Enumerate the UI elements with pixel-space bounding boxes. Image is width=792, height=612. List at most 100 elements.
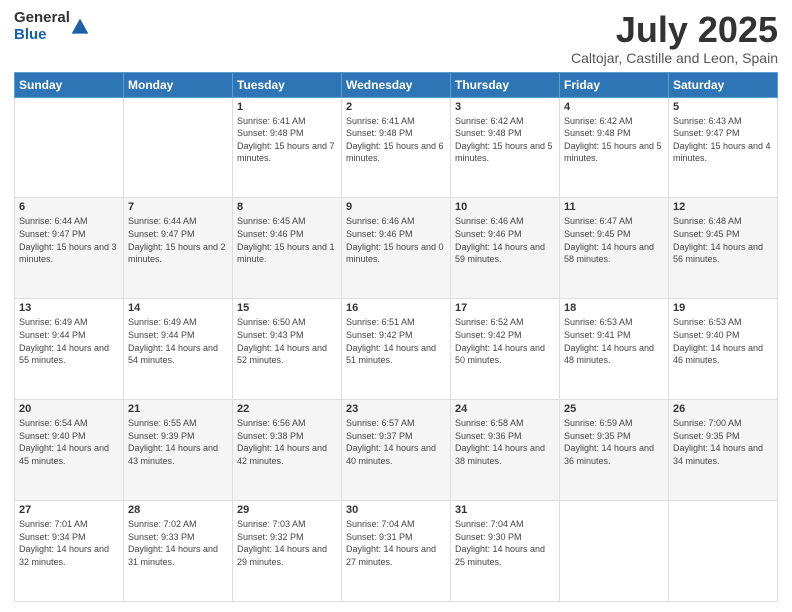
day-number: 14: [128, 302, 228, 314]
cell-info: Sunrise: 6:50 AMSunset: 9:43 PMDaylight:…: [237, 316, 337, 366]
day-number: 25: [564, 403, 664, 415]
cell-info: Sunrise: 6:43 AMSunset: 9:47 PMDaylight:…: [673, 115, 773, 165]
day-number: 15: [237, 302, 337, 314]
day-number: 16: [346, 302, 446, 314]
table-cell: 21Sunrise: 6:55 AMSunset: 9:39 PMDayligh…: [124, 400, 233, 501]
cell-info: Sunrise: 6:44 AMSunset: 9:47 PMDaylight:…: [128, 215, 228, 265]
logo: General Blue: [14, 10, 90, 43]
table-cell: 27 Sunrise: 7:01 AMSunset: 9:34 PMDayligh…: [15, 501, 124, 602]
cell-info: Sunrise: 6:42 AMSunset: 9:48 PMDaylight:…: [455, 115, 555, 165]
cell-info: Sunrise: 6:53 AMSunset: 9:41 PMDaylight:…: [564, 316, 664, 366]
day-number: 2: [346, 101, 446, 113]
day-number: 4: [564, 101, 664, 113]
day-number: 26: [673, 403, 773, 415]
page: General Blue July 2025 Caltojar, Castill…: [0, 0, 792, 612]
table-cell: 8 Sunrise: 6:45 AMSunset: 9:46 PMDaylight…: [233, 198, 342, 299]
logo-icon: [70, 17, 90, 37]
table-cell: [669, 501, 778, 602]
table-cell: 7Sunrise: 6:44 AMSunset: 9:47 PMDaylight…: [124, 198, 233, 299]
col-wednesday: Wednesday: [342, 72, 451, 97]
table-cell: 16 Sunrise: 6:51 AMSunset: 9:42 PMDayligh…: [342, 299, 451, 400]
table-cell: 20Sunrise: 6:54 AMSunset: 9:40 PMDayligh…: [15, 400, 124, 501]
cell-info: Sunrise: 6:46 AMSunset: 9:46 PMDaylight:…: [346, 215, 446, 265]
table-cell: 30 Sunrise: 7:04 AMSunset: 9:31 PMDayligh…: [342, 501, 451, 602]
table-cell: [560, 501, 669, 602]
table-cell: 1 Sunrise: 6:41 AMSunset: 9:48 PMDaylight…: [233, 97, 342, 198]
table-cell: 2 Sunrise: 6:41 AMSunset: 9:48 PMDaylight…: [342, 97, 451, 198]
col-saturday: Saturday: [669, 72, 778, 97]
week-row-3: 20Sunrise: 6:54 AMSunset: 9:40 PMDayligh…: [15, 400, 778, 501]
table-cell: [124, 97, 233, 198]
table-cell: 19Sunrise: 6:53 AMSunset: 9:40 PMDayligh…: [669, 299, 778, 400]
cell-info: Sunrise: 6:49 AMSunset: 9:44 PMDaylight:…: [19, 316, 119, 366]
day-number: 22: [237, 403, 337, 415]
table-cell: [15, 97, 124, 198]
table-cell: 9Sunrise: 6:46 AMSunset: 9:46 PMDaylight…: [342, 198, 451, 299]
table-cell: 22 Sunrise: 6:56 AMSunset: 9:38 PMDayligh…: [233, 400, 342, 501]
subtitle: Caltojar, Castille and Leon, Spain: [571, 50, 778, 66]
cell-info: Sunrise: 6:57 AMSunset: 9:37 PMDaylight:…: [346, 417, 446, 467]
cell-info: Sunrise: 6:51 AMSunset: 9:42 PMDaylight:…: [346, 316, 446, 366]
week-row-1: 6 Sunrise: 6:44 AMSunset: 9:47 PMDaylight…: [15, 198, 778, 299]
cell-info: Sunrise: 6:53 AMSunset: 9:40 PMDaylight:…: [673, 316, 773, 366]
table-cell: 18 Sunrise: 6:53 AMSunset: 9:41 PMDayligh…: [560, 299, 669, 400]
day-number: 28: [128, 504, 228, 516]
cell-info: Sunrise: 7:04 AMSunset: 9:31 PMDaylight:…: [346, 518, 446, 568]
day-number: 30: [346, 504, 446, 516]
day-number: 8: [237, 201, 337, 213]
table-cell: 12 Sunrise: 6:48 AMSunset: 9:45 PMDayligh…: [669, 198, 778, 299]
main-title: July 2025: [571, 10, 778, 50]
col-thursday: Thursday: [451, 72, 560, 97]
cell-info: Sunrise: 7:02 AMSunset: 9:33 PMDaylight:…: [128, 518, 228, 568]
table-cell: 11 Sunrise: 6:47 AMSunset: 9:45 PMDayligh…: [560, 198, 669, 299]
table-cell: 4Sunrise: 6:42 AMSunset: 9:48 PMDaylight…: [560, 97, 669, 198]
cell-info: Sunrise: 6:48 AMSunset: 9:45 PMDaylight:…: [673, 215, 773, 265]
day-number: 10: [455, 201, 555, 213]
table-cell: 10 Sunrise: 6:46 AMSunset: 9:46 PMDayligh…: [451, 198, 560, 299]
cell-info: Sunrise: 6:56 AMSunset: 9:38 PMDaylight:…: [237, 417, 337, 467]
day-number: 17: [455, 302, 555, 314]
table-cell: 25 Sunrise: 6:59 AMSunset: 9:35 PMDayligh…: [560, 400, 669, 501]
cell-info: Sunrise: 7:00 AMSunset: 9:35 PMDaylight:…: [673, 417, 773, 467]
table-cell: 29Sunrise: 7:03 AMSunset: 9:32 PMDayligh…: [233, 501, 342, 602]
cell-info: Sunrise: 6:59 AMSunset: 9:35 PMDaylight:…: [564, 417, 664, 467]
day-number: 1: [237, 101, 337, 113]
day-number: 3: [455, 101, 555, 113]
week-row-4: 27 Sunrise: 7:01 AMSunset: 9:34 PMDayligh…: [15, 501, 778, 602]
logo-blue: Blue: [14, 27, 70, 44]
table-cell: 17 Sunrise: 6:52 AMSunset: 9:42 PMDayligh…: [451, 299, 560, 400]
table-cell: 6 Sunrise: 6:44 AMSunset: 9:47 PMDaylight…: [15, 198, 124, 299]
day-number: 29: [237, 504, 337, 516]
day-number: 11: [564, 201, 664, 213]
calendar-header-row: Sunday Monday Tuesday Wednesday Thursday…: [15, 72, 778, 97]
table-cell: 13Sunrise: 6:49 AMSunset: 9:44 PMDayligh…: [15, 299, 124, 400]
table-cell: 15 Sunrise: 6:50 AMSunset: 9:43 PMDayligh…: [233, 299, 342, 400]
day-number: 6: [19, 201, 119, 213]
cell-info: Sunrise: 7:01 AMSunset: 9:34 PMDaylight:…: [19, 518, 119, 568]
calendar-table: Sunday Monday Tuesday Wednesday Thursday…: [14, 72, 778, 602]
cell-info: Sunrise: 6:44 AMSunset: 9:47 PMDaylight:…: [19, 215, 119, 265]
cell-info: Sunrise: 6:47 AMSunset: 9:45 PMDaylight:…: [564, 215, 664, 265]
cell-info: Sunrise: 6:45 AMSunset: 9:46 PMDaylight:…: [237, 215, 337, 265]
col-sunday: Sunday: [15, 72, 124, 97]
cell-info: Sunrise: 6:41 AMSunset: 9:48 PMDaylight:…: [237, 115, 337, 165]
cell-info: Sunrise: 6:49 AMSunset: 9:44 PMDaylight:…: [128, 316, 228, 366]
col-tuesday: Tuesday: [233, 72, 342, 97]
cell-info: Sunrise: 6:46 AMSunset: 9:46 PMDaylight:…: [455, 215, 555, 265]
day-number: 31: [455, 504, 555, 516]
table-cell: 26 Sunrise: 7:00 AMSunset: 9:35 PMDayligh…: [669, 400, 778, 501]
day-number: 12: [673, 201, 773, 213]
day-number: 18: [564, 302, 664, 314]
day-number: 20: [19, 403, 119, 415]
day-number: 27: [19, 504, 119, 516]
cell-info: Sunrise: 6:52 AMSunset: 9:42 PMDaylight:…: [455, 316, 555, 366]
day-number: 5: [673, 101, 773, 113]
header: General Blue July 2025 Caltojar, Castill…: [14, 10, 778, 66]
title-block: July 2025 Caltojar, Castille and Leon, S…: [571, 10, 778, 66]
cell-info: Sunrise: 6:55 AMSunset: 9:39 PMDaylight:…: [128, 417, 228, 467]
table-cell: 3 Sunrise: 6:42 AMSunset: 9:48 PMDaylight…: [451, 97, 560, 198]
cell-info: Sunrise: 6:41 AMSunset: 9:48 PMDaylight:…: [346, 115, 446, 165]
logo-general: General: [14, 10, 70, 27]
cell-info: Sunrise: 7:04 AMSunset: 9:30 PMDaylight:…: [455, 518, 555, 568]
table-cell: 31 Sunrise: 7:04 AMSunset: 9:30 PMDayligh…: [451, 501, 560, 602]
